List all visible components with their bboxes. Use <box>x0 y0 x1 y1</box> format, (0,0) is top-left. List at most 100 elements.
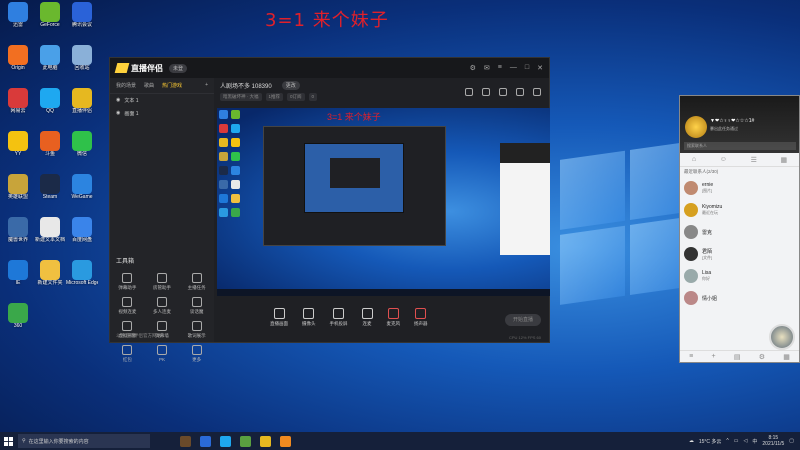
speaker-button[interactable]: 扬声器 <box>414 307 428 327</box>
start-stream-button[interactable]: 开始直播 <box>505 314 541 326</box>
tab-songs[interactable]: 歌曲 <box>144 82 154 89</box>
add-scene-icon[interactable]: + <box>205 82 208 89</box>
chevron-up-icon[interactable]: ^ <box>726 438 728 444</box>
maximize-icon[interactable]: □ <box>525 64 529 72</box>
mascot-icon[interactable] <box>769 324 795 350</box>
scene-item-screen[interactable]: ◉ 画面 1 <box>110 107 214 120</box>
weather-text[interactable]: 15°C 多云 <box>699 438 722 445</box>
desktop-icon[interactable]: YY <box>2 131 34 169</box>
list-item[interactable]: Lisa 你好 <box>680 265 799 287</box>
desktop-icon[interactable]: QQ <box>34 88 66 126</box>
volume-icon[interactable]: ◁ <box>744 438 748 444</box>
tool-button[interactable]: 谈话魔 <box>179 297 214 315</box>
message-tab-icon[interactable]: ⌂ <box>692 156 696 163</box>
desktop-icon[interactable]: Microsoft Edge <box>66 260 98 298</box>
desktop-icon[interactable]: 英雄联盟 <box>2 174 34 212</box>
minimize-icon[interactable]: — <box>510 64 517 72</box>
contact-search-input[interactable]: 搜索联系人 <box>684 142 796 150</box>
taskbar-app-icon[interactable] <box>260 435 271 447</box>
start-button[interactable] <box>0 432 16 450</box>
desktop-icon[interactable]: 新建文件夹 <box>34 260 66 298</box>
edit-room-button[interactable]: 更改 <box>281 81 300 90</box>
source-camera-button[interactable]: 摄像头 <box>302 307 316 327</box>
chat-client-window[interactable]: ▼❤☆♀♀❤☆☆☆1# 暴出此任务通过 搜索联系人 ⌂ ☺ ☰ ▦ 最近联系人(… <box>679 95 800 363</box>
official-site-link[interactable]: 斗鱼直播伴侣官方网站 <box>116 333 161 339</box>
avatar[interactable] <box>685 116 707 138</box>
tool-button[interactable]: 歌词展示 <box>179 321 214 339</box>
desktop-icon[interactable]: IE <box>2 260 34 298</box>
source-screen-button[interactable]: 直播画面 <box>270 307 288 327</box>
lock-icon[interactable] <box>482 88 490 96</box>
desktop-icon[interactable]: 新建文本文档 <box>34 217 66 255</box>
list-item[interactable]: 情小姐 <box>680 287 799 309</box>
desktop-icon[interactable]: Origin <box>2 45 34 83</box>
desktop-icon[interactable]: 此电脑 <box>34 45 66 83</box>
notification-icon[interactable]: ▢ <box>789 438 794 444</box>
tool-button[interactable]: 视频连麦 <box>110 297 145 315</box>
app-title-bar[interactable]: 直播伴侣 未登 ⚙ ✉ ≡ — □ ✕ <box>110 58 549 78</box>
close-icon[interactable]: ✕ <box>537 64 543 72</box>
taskbar-search-box[interactable]: ⚲ 在这里输入你要搜索的内容 <box>18 434 150 448</box>
room-category[interactable]: 暗黑破坏神 · 大福 <box>220 93 262 101</box>
ime-indicator[interactable]: 中 <box>752 438 757 445</box>
source-phone-button[interactable]: 手机投屏 <box>330 307 348 327</box>
settings-icon[interactable]: ⚙ <box>470 64 476 72</box>
desktop-icon[interactable]: WeGame <box>66 174 98 212</box>
tool-button[interactable]: 多人连麦 <box>145 297 180 315</box>
taskbar-app-icon[interactable] <box>220 435 231 447</box>
contacts-tab-icon[interactable]: ☺ <box>720 156 727 163</box>
layout-icon[interactable] <box>465 88 473 96</box>
tool-button[interactable]: 更多 <box>179 345 214 363</box>
bell-icon[interactable] <box>533 88 541 96</box>
desktop-icon[interactable]: 微信 <box>66 131 98 169</box>
taskbar-app-icon[interactable] <box>240 435 251 447</box>
link-mic-button[interactable]: 连麦 <box>361 307 373 327</box>
tool-button[interactable]: 房管助手 <box>145 273 180 291</box>
desktop-icon[interactable]: 网易云 <box>2 88 34 126</box>
share-icon[interactable] <box>499 88 507 96</box>
login-badge[interactable]: 未登 <box>169 63 188 73</box>
recent-contacts-header[interactable]: 最近联系人(2/30) <box>680 167 799 177</box>
taskbar-app-icon[interactable] <box>200 435 211 447</box>
list-item[interactable]: 君陌 [文件] <box>680 243 799 265</box>
tool-button[interactable]: PK <box>145 345 180 363</box>
settings-icon[interactable]: ⚙ <box>759 353 765 361</box>
taskbar-app-icon[interactable] <box>180 435 191 447</box>
desktop-icon[interactable]: 百度网盘 <box>66 217 98 255</box>
apps-tab-icon[interactable]: ▦ <box>781 156 788 164</box>
clock[interactable]: 8:15 2021/11/5 <box>762 435 784 447</box>
list-item[interactable]: 雷克 <box>680 221 799 243</box>
add-icon[interactable]: + <box>711 353 715 360</box>
menu-icon[interactable]: ≡ <box>498 64 502 72</box>
weather-icon[interactable]: ☁ <box>689 438 694 444</box>
profile-signature[interactable]: 暴出此任务通过 <box>710 126 738 132</box>
desktop-icon[interactable]: Steam <box>34 174 66 212</box>
list-item[interactable]: ernie [图片] <box>680 177 799 199</box>
tab-scenes[interactable]: 我的场景 <box>116 82 136 89</box>
desktop-icon[interactable]: 腾讯会议 <box>66 2 98 40</box>
desktop-icon[interactable]: 回收站 <box>66 45 98 83</box>
microphone-button[interactable]: 麦克风 <box>387 307 400 327</box>
desktop-icon[interactable]: GeForce <box>34 2 66 40</box>
tab-games[interactable]: 热门游戏 <box>162 82 182 89</box>
tool-button[interactable]: 主播任务 <box>179 273 214 291</box>
desktop-icon[interactable]: 斗鱼 <box>34 131 66 169</box>
desktop-icon[interactable]: 魔兽世界 <box>2 217 34 255</box>
tool-button[interactable]: 弹幕助手 <box>110 273 145 291</box>
eye-icon[interactable]: ◉ <box>116 110 120 117</box>
menu-icon[interactable]: ≡ <box>689 353 693 360</box>
taskbar-app-icon[interactable] <box>280 435 291 447</box>
mail-icon[interactable]: ✉ <box>484 64 490 72</box>
home-icon[interactable] <box>516 88 524 96</box>
apps-icon[interactable]: ▦ <box>783 353 790 361</box>
streaming-app-window[interactable]: 直播伴侣 未登 ⚙ ✉ ≡ — □ ✕ 我的场景 歌曲 热门游戏 + ◉ 文本 … <box>109 57 550 362</box>
desktop-icon[interactable]: 迅雷 <box>2 2 34 40</box>
groups-tab-icon[interactable]: ☰ <box>751 156 757 164</box>
desktop-icon[interactable]: 360 <box>2 303 34 341</box>
file-icon[interactable]: ▤ <box>734 353 741 361</box>
list-item[interactable]: Kiyomizu 最近在玩 <box>680 199 799 221</box>
stream-preview[interactable]: 3=1 来个妹子 <box>217 108 550 296</box>
network-icon[interactable]: ▭ <box>734 438 739 444</box>
tool-button[interactable]: 红包 <box>110 345 145 363</box>
eye-icon[interactable]: ◉ <box>116 97 120 104</box>
